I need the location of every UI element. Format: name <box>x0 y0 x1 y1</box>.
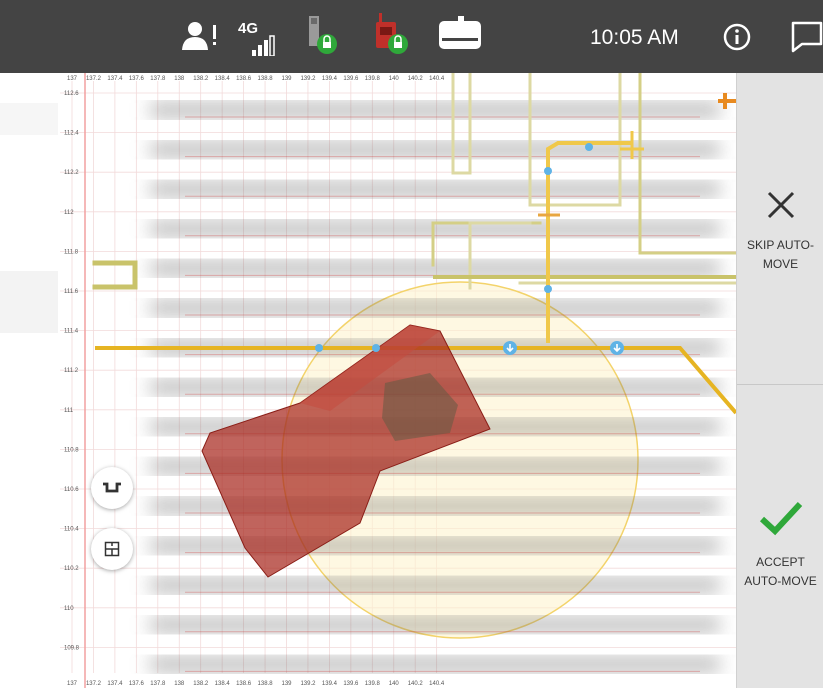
auto-move-panel: SKIP AUTO-MOVE ACCEPT AUTO-MOVE <box>736 73 823 688</box>
y-axis: 112.6 112.4 112.2 112 111.8 111.6 111.4 111.2 11… <box>64 91 80 651</box>
x-tick-label: 139.2 <box>300 681 316 687</box>
waypoint[interactable] <box>544 167 552 175</box>
map-view[interactable]: 137 137.2 137.4 137.6 137.8 138 138.2 138.4 138.… <box>0 73 736 688</box>
x-tick-label: 140.4 <box>429 681 445 687</box>
x-tick-label: 137.2 <box>86 76 102 82</box>
x-tick-label: 139 <box>281 76 292 82</box>
signal-band <box>150 300 720 316</box>
x-tick-label: 139 <box>281 681 292 687</box>
accept-auto-move-label: ACCEPT AUTO-MOVE <box>744 555 817 588</box>
floor-plan-icon <box>104 541 120 557</box>
x-tick-label: 138.6 <box>236 76 252 82</box>
signal-band <box>150 577 720 594</box>
x-tick-label: 137.4 <box>107 681 123 687</box>
x-tick-label: 138 <box>174 76 185 82</box>
signal-band <box>150 181 720 198</box>
radio-device-locked-icon[interactable] <box>373 12 411 56</box>
signal-band <box>150 260 720 277</box>
x-tick-label: 138.8 <box>258 681 274 687</box>
x-tick-label: 137.6 <box>129 681 145 687</box>
floor-shade <box>0 271 58 333</box>
floor-plan-button[interactable] <box>91 528 133 570</box>
x-tick-label: 137.2 <box>86 681 102 687</box>
info-icon[interactable] <box>722 22 752 52</box>
signal-band <box>150 102 720 118</box>
checkmark-icon <box>759 501 802 536</box>
x-tick-label: 138.8 <box>258 76 274 82</box>
waypoint[interactable] <box>585 143 593 151</box>
y-tick-label: 111.4 <box>64 329 79 335</box>
signal-band <box>150 537 720 554</box>
y-tick-label: 110.4 <box>64 527 79 533</box>
accept-auto-move-button[interactable]: ACCEPT AUTO-MOVE <box>737 491 823 591</box>
y-tick-label: 110.6 <box>64 487 79 493</box>
x-tick-label: 140.2 <box>408 76 424 82</box>
y-tick-label: 112.6 <box>64 91 79 97</box>
map-canvas[interactable]: 137 137.2 137.4 137.6 137.8 138 138.2 138.4 138.… <box>0 73 736 688</box>
y-tick-label: 112 <box>64 210 74 216</box>
y-tick-label: 112.4 <box>64 131 79 137</box>
y-tick-label: 111.8 <box>64 249 79 255</box>
y-tick-label: 110.2 <box>64 566 79 572</box>
waypoint[interactable] <box>315 344 323 352</box>
y-tick-label: 111.6 <box>64 289 79 295</box>
x-tick-label: 139.4 <box>322 76 338 82</box>
skip-auto-move-label: SKIP AUTO-MOVE <box>747 238 814 271</box>
route-tool-button[interactable] <box>91 467 133 509</box>
waypoint[interactable] <box>544 285 552 293</box>
x-tick-label: 139.4 <box>322 681 338 687</box>
y-tick-label: 110 <box>64 606 74 612</box>
skip-auto-move-button[interactable]: SKIP AUTO-MOVE <box>737 178 823 274</box>
x-tick-label: 137 <box>67 76 78 82</box>
x-tick-label: 140 <box>389 681 400 687</box>
waypoint[interactable] <box>372 344 380 352</box>
x-tick-label: 139.8 <box>365 681 381 687</box>
waypoint-arrow-down-icon[interactable] <box>503 341 517 355</box>
signal-band <box>150 656 720 673</box>
x-tick-label: 138.2 <box>193 681 209 687</box>
x-tick-label: 138 <box>174 681 185 687</box>
waypoint-arrow-down-icon[interactable] <box>610 341 624 355</box>
close-icon <box>767 191 794 219</box>
x-tick-label: 139.2 <box>300 76 316 82</box>
keyboard-device-icon[interactable] <box>438 15 484 55</box>
x-tick-label: 138.4 <box>215 681 231 687</box>
cellular-signal-icon[interactable]: 4G <box>238 20 282 56</box>
x-tick-label: 140.4 <box>429 76 445 82</box>
route-icon <box>103 482 121 493</box>
x-tick-label: 137.4 <box>107 76 123 82</box>
x-tick-label: 139.6 <box>343 76 359 82</box>
y-tick-label: 111.2 <box>64 368 79 374</box>
x-tick-label: 137.6 <box>129 76 145 82</box>
y-tick-label: 112.2 <box>64 170 79 176</box>
x-tick-label: 140.2 <box>408 681 424 687</box>
floor-shade <box>0 103 58 135</box>
x-tick-label: 138.6 <box>236 681 252 687</box>
tower-locked-icon[interactable] <box>305 14 341 56</box>
signal-band <box>150 616 720 633</box>
x-tick-label: 137.8 <box>150 681 166 687</box>
user-alert-icon[interactable] <box>180 19 228 53</box>
panel-divider <box>737 384 823 385</box>
x-tick-label: 138.2 <box>193 76 209 82</box>
y-tick-label: 109.8 <box>64 645 80 651</box>
y-tick-label: 111 <box>64 408 74 414</box>
clock: 10:05 AM <box>590 26 679 49</box>
x-tick-label: 140 <box>389 76 400 82</box>
y-tick-label: 110.8 <box>64 447 79 453</box>
x-tick-label: 139.8 <box>365 76 381 82</box>
x-tick-label: 137.8 <box>150 76 166 82</box>
status-bar: 4G 10:05 AM <box>0 0 823 73</box>
x-tick-label: 139.6 <box>343 681 359 687</box>
x-tick-label: 138.4 <box>215 76 231 82</box>
message-icon[interactable] <box>790 20 823 53</box>
x-tick-label: 137 <box>67 681 78 687</box>
